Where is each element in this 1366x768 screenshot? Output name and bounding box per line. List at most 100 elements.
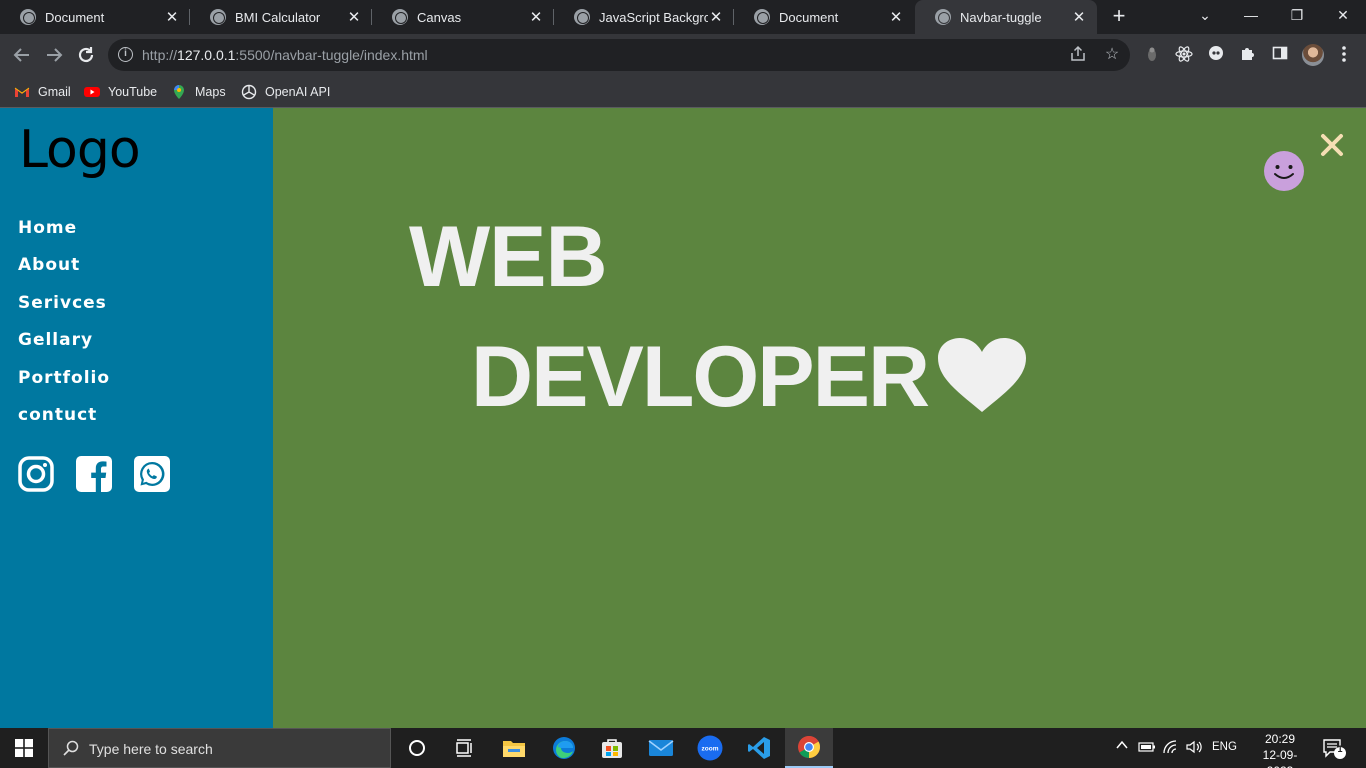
edge-button[interactable]: [540, 728, 588, 768]
task-view-button[interactable]: [440, 728, 488, 768]
nav-item-home[interactable]: Home: [18, 218, 110, 255]
tab-title: JavaScript Backgrounc: [599, 9, 708, 25]
headline-web: WEB: [409, 209, 608, 305]
taskbar-search[interactable]: Type here to search: [48, 728, 391, 768]
page-viewport: Logo Home About Serivces Gellary Portfol…: [0, 108, 1366, 728]
url-path: :5500/navbar-tuggle/index.html: [235, 47, 428, 63]
taskbar-clock[interactable]: 20:29 12-09-2023: [1252, 731, 1308, 768]
mail-icon: [648, 740, 674, 756]
sidebar-nav: Logo Home About Serivces Gellary Portfol…: [0, 108, 273, 728]
bookmark-gmail[interactable]: Gmail: [14, 82, 71, 102]
browser-tab[interactable]: Document ✕: [0, 0, 190, 34]
side-panel-icon[interactable]: [1270, 45, 1290, 65]
cortana-button[interactable]: [393, 728, 441, 768]
url-scheme: http://: [142, 47, 178, 63]
address-bar[interactable]: i http://127.0.0.1:5500/navbar-tuggle/in…: [108, 39, 1130, 71]
tab-title: Document: [779, 9, 839, 25]
headline-developer: DEVLOPER: [471, 329, 930, 425]
file-explorer-button[interactable]: [490, 728, 538, 768]
svg-text:zoom: zoom: [702, 746, 719, 753]
close-icon[interactable]: [1319, 132, 1345, 158]
store-button[interactable]: [588, 728, 636, 768]
extension-circle-icon[interactable]: [1206, 45, 1226, 65]
notification-button[interactable]: 1: [1322, 738, 1346, 763]
zoom-icon: zoom: [697, 735, 723, 761]
browser-tab[interactable]: JavaScript Backgrounc ✕: [554, 0, 734, 34]
clock-time: 20:29: [1264, 732, 1296, 746]
store-icon: [602, 739, 622, 758]
tab-close-icon[interactable]: ✕: [164, 8, 180, 26]
smiley-icon: [1264, 151, 1304, 191]
bookmark-star-icon[interactable]: ☆: [1102, 45, 1122, 65]
main-content: WEB DEVLOPER: [273, 108, 1366, 728]
tab-close-icon[interactable]: ✕: [1071, 8, 1087, 26]
wifi-icon[interactable]: [1163, 740, 1181, 757]
youtube-icon: [84, 87, 100, 97]
forward-button[interactable]: [42, 43, 66, 67]
cortana-icon: [409, 740, 425, 756]
bookmark-openai[interactable]: OpenAI API: [241, 82, 330, 102]
site-info-icon[interactable]: i: [118, 47, 133, 62]
instagram-icon[interactable]: [18, 456, 54, 492]
share-icon[interactable]: [1068, 45, 1088, 65]
tab-title: BMI Calculator: [235, 9, 321, 25]
nav-item-contact[interactable]: contuct: [18, 405, 110, 442]
browser-tab-active[interactable]: Navbar-tuggle ✕: [915, 0, 1097, 34]
tab-close-icon[interactable]: ✕: [528, 8, 544, 26]
tab-title: Navbar-tuggle: [960, 9, 1042, 25]
facebook-icon[interactable]: [76, 456, 112, 492]
gmail-icon: [14, 87, 30, 97]
bookmark-label: YouTube: [108, 85, 158, 99]
minimize-button[interactable]: —: [1228, 0, 1274, 30]
reload-icon: [78, 47, 94, 63]
site-logo[interactable]: Logo: [19, 120, 141, 180]
back-button[interactable]: [10, 43, 34, 67]
task-view-icon: [456, 739, 472, 757]
profile-avatar[interactable]: [1302, 44, 1324, 66]
start-button[interactable]: [0, 728, 48, 768]
browser-tab[interactable]: Canvas ✕: [372, 0, 554, 34]
reload-button[interactable]: [74, 43, 98, 67]
search-placeholder: Type here to search: [89, 741, 213, 757]
tab-close-icon[interactable]: ✕: [708, 8, 724, 26]
battery-icon[interactable]: [1138, 740, 1156, 757]
bookmark-label: OpenAI API: [265, 85, 331, 99]
language-indicator[interactable]: ENG: [1212, 741, 1237, 753]
maps-icon: [174, 85, 184, 99]
globe-icon: [392, 9, 408, 25]
vscode-button[interactable]: [735, 728, 783, 768]
bookmark-youtube[interactable]: YouTube: [84, 82, 157, 102]
react-devtools-icon[interactable]: [1174, 45, 1194, 65]
chrome-icon: [798, 736, 820, 758]
tab-search-button[interactable]: ⌄: [1182, 0, 1228, 30]
browser-tab[interactable]: BMI Calculator ✕: [190, 0, 372, 34]
tab-close-icon[interactable]: ✕: [888, 8, 904, 26]
restore-button[interactable]: ❐: [1274, 0, 1320, 30]
zoom-button[interactable]: zoom: [686, 728, 734, 768]
tray-chevron-icon[interactable]: [1115, 738, 1129, 755]
new-tab-button[interactable]: +: [1108, 5, 1130, 28]
browser-tab[interactable]: Document ✕: [734, 0, 914, 34]
chrome-button[interactable]: [785, 728, 833, 768]
globe-icon: [20, 9, 36, 25]
nav-item-gallery[interactable]: Gellary: [18, 330, 110, 367]
close-window-button[interactable]: ✕: [1320, 0, 1366, 30]
nav-item-about[interactable]: About: [18, 255, 110, 292]
tab-close-icon[interactable]: ✕: [346, 8, 362, 26]
search-icon: [63, 740, 79, 756]
whatsapp-icon[interactable]: [134, 456, 170, 492]
notification-count: 1: [1337, 744, 1343, 754]
volume-icon[interactable]: [1186, 740, 1204, 757]
browser-menu-icon[interactable]: [1334, 45, 1354, 65]
mail-button[interactable]: [637, 728, 685, 768]
extension-icon[interactable]: [1142, 45, 1162, 65]
edge-icon: [553, 737, 575, 759]
bookmark-maps[interactable]: Maps: [171, 82, 226, 102]
url-text[interactable]: http://127.0.0.1:5500/navbar-tuggle/inde…: [142, 47, 428, 63]
extensions-puzzle-icon[interactable]: [1238, 45, 1258, 65]
bookmark-label: Gmail: [38, 85, 71, 99]
tab-strip: Document ✕ BMI Calculator ✕ Canvas ✕ Jav…: [0, 0, 1366, 34]
nav-item-portfolio[interactable]: Portfolio: [18, 368, 110, 405]
openai-icon: [241, 84, 257, 100]
nav-item-services[interactable]: Serivces: [18, 293, 110, 330]
